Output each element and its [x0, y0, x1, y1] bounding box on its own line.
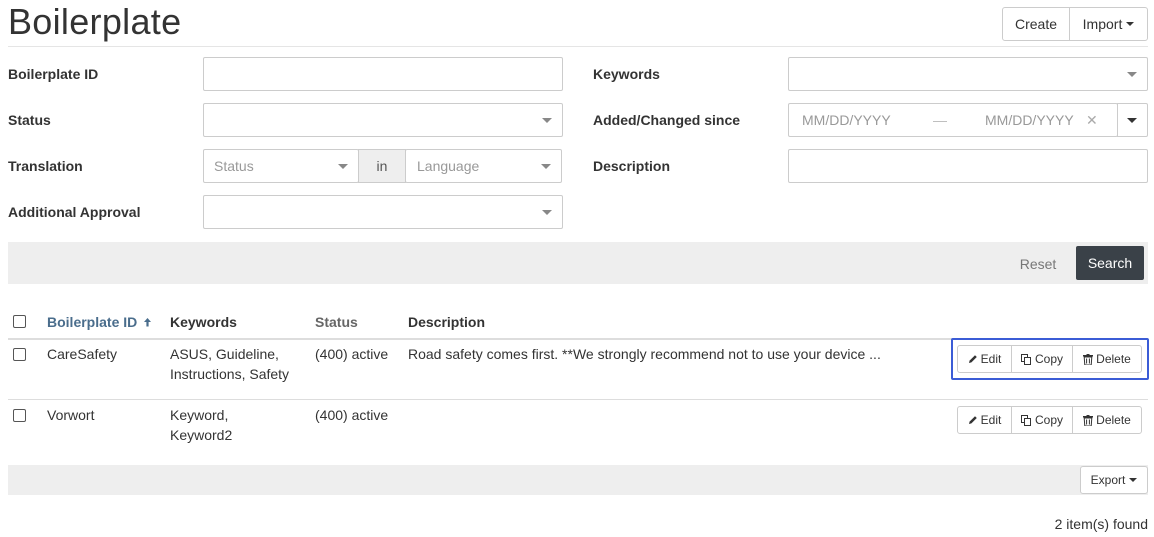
- translation-language-placeholder: Language: [417, 158, 480, 174]
- chevron-down-icon: [542, 118, 552, 123]
- copy-button[interactable]: Copy: [1011, 406, 1073, 434]
- translation-in-addon: in: [358, 149, 406, 183]
- chevron-down-icon: [542, 210, 552, 215]
- page-title: Boilerplate: [8, 1, 182, 42]
- title-divider: [8, 46, 1148, 47]
- delete-button[interactable]: Delete: [1072, 406, 1142, 434]
- row-keywords-line: Instructions, Safety: [170, 366, 290, 382]
- import-button-label: Import: [1082, 16, 1123, 32]
- copy-button[interactable]: Copy: [1011, 345, 1073, 373]
- row-checkbox[interactable]: [13, 409, 26, 422]
- search-action-bar: [8, 242, 1148, 284]
- row-actions: Edit Copy Delete: [957, 406, 1142, 434]
- export-button-label: Export: [1090, 473, 1126, 487]
- column-header-boilerplate-id[interactable]: Boilerplate ID: [47, 314, 152, 330]
- column-header-description[interactable]: Description: [408, 314, 485, 330]
- clear-icon[interactable]: ✕: [1086, 112, 1098, 129]
- boilerplate-id-label: Boilerplate ID: [8, 66, 99, 82]
- export-dropdown-button[interactable]: Export: [1080, 466, 1148, 494]
- added-changed-since-label: Added/Changed since: [593, 112, 741, 128]
- row-checkbox[interactable]: [13, 348, 26, 361]
- keywords-label: Keywords: [593, 66, 660, 82]
- table-footer-bar: [8, 465, 1148, 495]
- additional-approval-label: Additional Approval: [8, 204, 141, 220]
- translation-language-select[interactable]: Language: [405, 149, 562, 183]
- select-all-checkbox[interactable]: [13, 315, 26, 328]
- status-label: Status: [8, 112, 51, 128]
- pencil-icon: [968, 355, 977, 363]
- boilerplate-id-input[interactable]: [203, 57, 563, 91]
- copy-icon: [1020, 353, 1031, 365]
- row-keywords-line: ASUS, Guideline,: [170, 346, 279, 362]
- column-header-status[interactable]: Status: [315, 314, 358, 330]
- copy-label: Copy: [1034, 352, 1063, 366]
- date-from-input[interactable]: MM/DD/YYYY: [802, 112, 891, 128]
- row-status: (400) active: [315, 346, 389, 362]
- edit-button[interactable]: Edit: [957, 406, 1012, 434]
- edit-label: Edit: [980, 352, 1002, 366]
- translation-status-placeholder: Status: [214, 158, 254, 174]
- copy-label: Copy: [1034, 413, 1063, 427]
- description-label: Description: [593, 158, 671, 174]
- date-to-input[interactable]: MM/DD/YYYY: [985, 112, 1074, 128]
- date-separator: —: [933, 112, 947, 128]
- keywords-select[interactable]: [788, 57, 1148, 91]
- row-boilerplate-id[interactable]: Vorwort: [47, 405, 94, 425]
- chevron-down-icon: [1129, 478, 1138, 482]
- column-header-label: Boilerplate ID: [47, 314, 138, 330]
- edit-button[interactable]: Edit: [957, 345, 1012, 373]
- description-input[interactable]: [788, 149, 1148, 183]
- row-keywords-line: Keyword,: [170, 407, 229, 423]
- row-actions: Edit Copy Delete: [957, 345, 1142, 373]
- copy-icon: [1020, 414, 1031, 426]
- additional-approval-select[interactable]: [203, 195, 563, 229]
- column-header-keywords[interactable]: Keywords: [170, 314, 237, 330]
- translation-status-select[interactable]: Status: [203, 149, 359, 183]
- reset-button[interactable]: Reset: [1008, 247, 1068, 281]
- chevron-down-icon: [1127, 72, 1137, 77]
- delete-label: Delete: [1096, 352, 1131, 366]
- create-button[interactable]: Create: [1002, 7, 1070, 41]
- results-count: 2 item(s) found: [1054, 516, 1148, 532]
- row-divider: [8, 399, 1148, 400]
- row-description: Road safety comes first. **We strongly r…: [408, 346, 881, 362]
- delete-button[interactable]: Delete: [1072, 345, 1142, 373]
- trash-icon: [1083, 414, 1094, 426]
- edit-label: Edit: [980, 413, 1002, 427]
- row-boilerplate-id[interactable]: CareSafety: [47, 344, 117, 364]
- pencil-icon: [968, 416, 977, 424]
- chevron-down-icon: [541, 164, 551, 169]
- date-range-input[interactable]: MM/DD/YYYY — MM/DD/YYYY ✕: [788, 103, 1118, 137]
- chevron-down-icon: [338, 164, 348, 169]
- chevron-down-icon: [1127, 118, 1137, 123]
- delete-label: Delete: [1096, 413, 1131, 427]
- search-button[interactable]: Search: [1076, 246, 1144, 280]
- trash-icon: [1083, 353, 1094, 365]
- row-status: (400) active: [315, 407, 389, 423]
- row-keywords-line: Keyword2: [170, 427, 233, 443]
- sort-ascending-icon: [144, 318, 152, 327]
- import-dropdown-button[interactable]: Import: [1069, 7, 1148, 41]
- status-select[interactable]: [203, 103, 563, 137]
- translation-label: Translation: [8, 158, 83, 174]
- chevron-down-icon: [1126, 22, 1135, 26]
- date-range-dropdown-button[interactable]: [1117, 103, 1148, 137]
